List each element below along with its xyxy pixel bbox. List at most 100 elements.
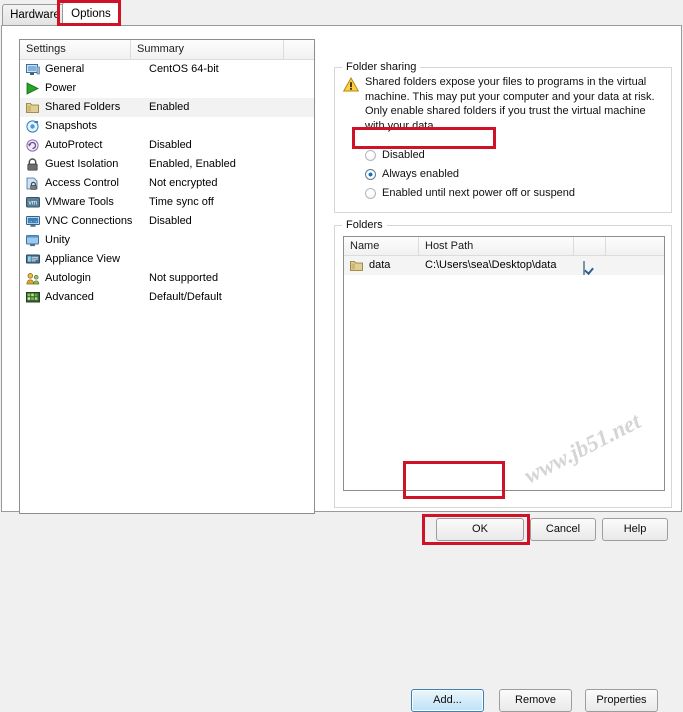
- radio-sharing-always-enabled-label: Always enabled: [382, 168, 460, 180]
- column-header-extra[interactable]: [284, 40, 314, 60]
- settings-row-label: Snapshots: [45, 120, 97, 132]
- radio-sharing-always-enabled[interactable]: Always enabled: [365, 166, 459, 184]
- settings-row-appliance-view[interactable]: Appliance View: [20, 250, 314, 269]
- padlock-icon: [26, 158, 40, 171]
- settings-row-summary: Disabled: [149, 215, 192, 227]
- folder-sharing-group-title: Folder sharing: [342, 61, 421, 73]
- settings-row-name: Access Control: [26, 174, 151, 193]
- settings-row-autologin[interactable]: Autologin Not supported: [20, 269, 314, 288]
- vnc-monitor-icon: →→: [26, 215, 40, 228]
- warning-triangle-icon: [342, 76, 360, 92]
- settings-row-name: Appliance View: [26, 250, 151, 269]
- tab-hardware-label: Hardware: [10, 9, 60, 21]
- remove-folder-button[interactable]: Remove: [499, 689, 572, 712]
- options-tab-panel: Settings Summary General CentOS 64-bit Pow…: [1, 25, 682, 712]
- settings-rows: General CentOS 64-bit Power Shared Folders E…: [20, 60, 314, 307]
- radio-sharing-disabled-label: Disabled: [382, 149, 425, 161]
- settings-row-summary: Not encrypted: [149, 177, 218, 189]
- tab-strip: Hardware Options: [0, 0, 683, 26]
- play-triangle-icon: [26, 82, 40, 95]
- column-header-spare[interactable]: [606, 237, 664, 256]
- folders-table-header: Name Host Path: [344, 237, 664, 256]
- checkbox-checked-icon: [583, 261, 585, 275]
- settings-row-general[interactable]: General CentOS 64-bit: [20, 60, 314, 79]
- folder-sharing-group: Folder sharing Shared folders expose you…: [334, 61, 672, 213]
- options-right-column: Folder sharing Shared folders expose you…: [329, 26, 675, 712]
- settings-row-advanced[interactable]: Advanced Default/Default: [20, 288, 314, 307]
- settings-row-summary: Not supported: [149, 272, 219, 284]
- ok-button[interactable]: OK: [436, 518, 524, 541]
- ok-button-label: OK: [472, 523, 488, 535]
- folder-host-path-cell: C:\Users\sea\Desktop\data: [425, 259, 557, 271]
- folder-enabled-checkbox[interactable]: [583, 259, 585, 278]
- clock-revert-icon: [26, 139, 40, 152]
- settings-row-name: Unity: [26, 231, 151, 250]
- settings-row-label: Access Control: [45, 177, 119, 189]
- svg-text:→→: →→: [28, 218, 38, 224]
- settings-row-label: Autologin: [45, 272, 91, 284]
- settings-row-label: Power: [45, 82, 77, 94]
- radio-sharing-until-poweroff[interactable]: Enabled until next power off or suspend: [365, 185, 575, 203]
- settings-row-name: Shared Folders: [26, 98, 151, 117]
- folder-name-label: data: [369, 259, 391, 271]
- tab-options[interactable]: Options: [62, 2, 120, 26]
- settings-row-name: Snapshots: [26, 117, 151, 136]
- settings-row-shared-folders[interactable]: Shared Folders Enabled: [20, 98, 314, 117]
- folder-icon: [26, 101, 40, 114]
- settings-row-summary: CentOS 64-bit: [149, 63, 219, 75]
- settings-row-vmware-tools[interactable]: vm VMware Tools Time sync off: [20, 193, 314, 212]
- settings-row-label: General: [45, 63, 85, 75]
- settings-row-summary: Default/Default: [149, 291, 222, 303]
- tab-options-label: Options: [71, 8, 111, 20]
- settings-row-unity[interactable]: Unity: [20, 231, 314, 250]
- folder-properties-button-label: Properties: [596, 694, 647, 706]
- folders-rows: data C:\Users\sea\Desktop\data: [344, 256, 664, 275]
- tab-hardware[interactable]: Hardware: [2, 4, 68, 26]
- column-header-host-path[interactable]: Host Path: [419, 237, 574, 256]
- settings-row-name: Power: [26, 79, 151, 98]
- settings-row-snapshots[interactable]: Snapshots: [20, 117, 314, 136]
- settings-row-access-control[interactable]: Access Control Not encrypted: [20, 174, 314, 193]
- settings-row-vnc-connections[interactable]: →→ VNC Connections Disabled: [20, 212, 314, 231]
- folders-group: Folders Name Host Path data C:\Users\sea\…: [334, 219, 672, 712]
- help-button-label: Help: [623, 523, 647, 535]
- remove-folder-button-label: Remove: [515, 694, 556, 706]
- column-header-settings[interactable]: Settings: [20, 40, 131, 60]
- advanced-grid-icon: [26, 291, 40, 304]
- settings-row-guest-isolation[interactable]: Guest Isolation Enabled, Enabled: [20, 155, 314, 174]
- settings-row-label: AutoProtect: [45, 139, 103, 151]
- help-button[interactable]: Help: [602, 518, 668, 541]
- settings-row-name: General: [26, 60, 151, 79]
- column-header-enabled[interactable]: [574, 237, 606, 256]
- settings-row-autoprotect[interactable]: AutoProtect Disabled: [20, 136, 314, 155]
- settings-row-label: VNC Connections: [45, 215, 133, 227]
- settings-row-label: Unity: [45, 234, 71, 246]
- settings-row-label: Advanced: [45, 291, 94, 303]
- folders-table-row[interactable]: data C:\Users\sea\Desktop\data: [344, 256, 664, 275]
- column-header-name[interactable]: Name: [344, 237, 419, 256]
- monitor-icon: [26, 63, 40, 76]
- settings-row-name: Guest Isolation: [26, 155, 151, 174]
- settings-row-summary: Enabled: [149, 101, 190, 113]
- users-key-icon: [26, 272, 40, 285]
- folder-sharing-warning-text: Shared folders expose your files to prog…: [365, 76, 655, 132]
- svg-text:vm: vm: [29, 200, 38, 207]
- settings-row-summary: Disabled: [149, 139, 192, 151]
- settings-row-name: →→ VNC Connections: [26, 212, 151, 231]
- folders-table[interactable]: Name Host Path data C:\Users\sea\Desktop\…: [343, 236, 665, 491]
- radio-sharing-until-poweroff-label: Enabled until next power off or suspend: [382, 187, 576, 199]
- settings-row-name: Autologin: [26, 269, 151, 288]
- unity-window-icon: [26, 234, 40, 247]
- settings-row-power[interactable]: Power: [20, 79, 314, 98]
- cancel-button-label: Cancel: [545, 523, 581, 535]
- column-header-summary[interactable]: Summary: [131, 40, 284, 60]
- vmware-tools-icon: vm: [26, 196, 40, 209]
- add-folder-button-label: Add...: [433, 694, 462, 706]
- settings-row-name: vm VMware Tools: [26, 193, 151, 212]
- folder-properties-button[interactable]: Properties: [585, 689, 658, 712]
- cancel-button[interactable]: Cancel: [530, 518, 596, 541]
- settings-list[interactable]: Settings Summary General CentOS 64-bit Pow…: [19, 39, 315, 514]
- add-folder-button[interactable]: Add...: [411, 689, 484, 712]
- radio-sharing-disabled[interactable]: Disabled: [365, 147, 425, 165]
- radio-indicator-selected-icon: [365, 169, 376, 180]
